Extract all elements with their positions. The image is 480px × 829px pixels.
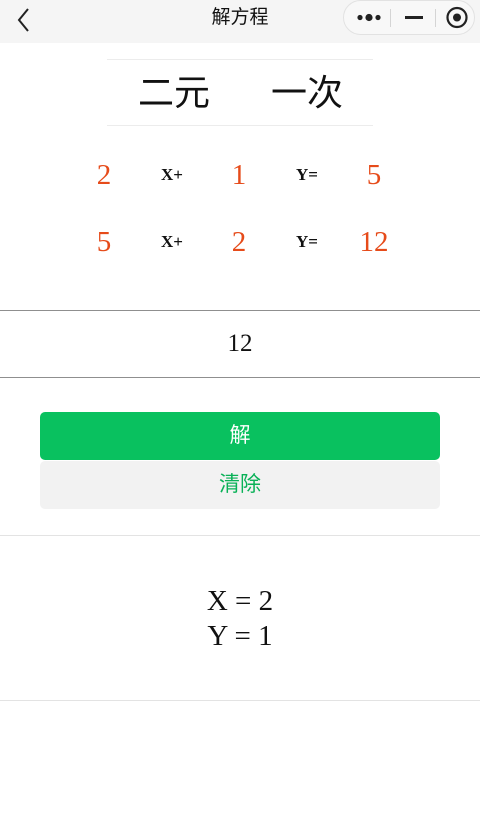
clear-button[interactable]: 清除	[40, 461, 440, 509]
capsule-menu	[343, 0, 475, 35]
coefficient-b1[interactable]: 1	[209, 155, 269, 195]
constant-c2[interactable]: 12	[344, 222, 404, 262]
coefficient-b2[interactable]: 2	[209, 222, 269, 262]
capsule-divider	[435, 9, 436, 27]
equation-row-1: 2 X+ 1 Y= 5	[0, 155, 480, 195]
constant-c1[interactable]: 5	[344, 155, 404, 195]
result-y: Y = 1	[207, 620, 273, 652]
equation-type-selector: 二元 一次	[107, 59, 373, 126]
more-dots-icon	[357, 13, 381, 22]
minimize-button[interactable]	[396, 1, 432, 34]
x-label: X+	[161, 232, 183, 251]
mode-option-unknowns[interactable]: 二元	[114, 60, 234, 126]
y-label: Y=	[296, 165, 318, 184]
more-button[interactable]	[348, 1, 388, 34]
coefficient-a1[interactable]: 2	[74, 155, 134, 195]
coefficient-a2[interactable]: 5	[74, 222, 134, 262]
minimize-icon	[405, 16, 423, 19]
navigation-bar: 解方程	[0, 0, 480, 43]
equation-row-2: 5 X+ 2 Y= 12	[0, 222, 480, 262]
result-panel: X = 2 Y = 1	[0, 535, 480, 701]
capsule-divider	[390, 9, 391, 27]
mode-option-degree[interactable]: 一次	[247, 60, 367, 126]
solve-button[interactable]: 解	[40, 412, 440, 460]
value-input-container	[0, 310, 480, 378]
close-button[interactable]	[440, 1, 474, 34]
y-label: Y=	[296, 232, 318, 251]
result-x: X = 2	[206, 585, 274, 617]
value-input[interactable]	[0, 311, 480, 377]
target-circle-icon	[446, 6, 468, 29]
x-label: X+	[161, 165, 183, 184]
